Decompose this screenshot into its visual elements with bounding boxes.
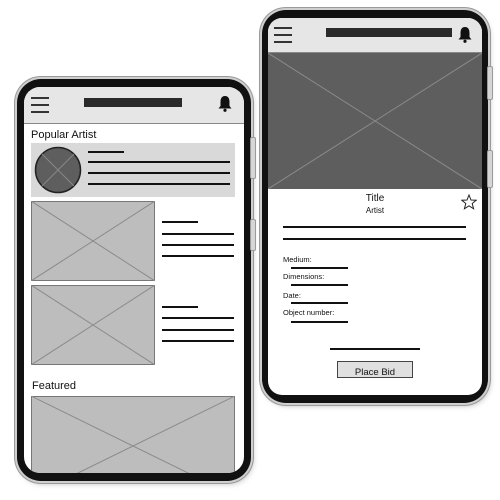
header-title-placeholder bbox=[84, 98, 182, 107]
artwork-thumbnail-placeholder[interactable] bbox=[31, 201, 155, 281]
field-value-line bbox=[291, 302, 348, 304]
description-line bbox=[283, 238, 466, 240]
bid-amount-line[interactable] bbox=[330, 348, 420, 350]
left-phone-screen: Popular Artist Featured bbox=[24, 87, 244, 473]
side-button bbox=[250, 137, 256, 179]
field-value-line bbox=[291, 267, 348, 269]
text-line bbox=[88, 172, 230, 174]
left-phone-frame: Popular Artist Featured bbox=[17, 79, 256, 481]
field-label-date: Date: bbox=[283, 291, 301, 300]
right-phone-frame: Title Artist Medium: Dimensions: Date: O… bbox=[262, 10, 493, 403]
place-bid-button[interactable]: Place Bid bbox=[337, 361, 413, 378]
text-line bbox=[162, 244, 234, 246]
text-line bbox=[162, 340, 234, 342]
place-bid-label: Place Bid bbox=[354, 367, 396, 378]
text-line bbox=[162, 255, 234, 257]
text-line bbox=[162, 329, 234, 331]
text-line bbox=[88, 151, 124, 153]
featured-image-placeholder[interactable] bbox=[31, 396, 235, 473]
popular-artist-card[interactable] bbox=[31, 143, 235, 197]
field-label-medium: Medium: bbox=[283, 255, 312, 264]
section-title-popular-artist: Popular Artist bbox=[31, 129, 97, 141]
app-header bbox=[24, 87, 244, 124]
artwork-artist: Artist bbox=[365, 206, 385, 215]
description-line bbox=[283, 226, 466, 228]
text-line bbox=[162, 221, 198, 223]
side-button bbox=[487, 150, 493, 188]
field-value-line bbox=[291, 284, 348, 286]
artwork-hero-image-placeholder[interactable] bbox=[268, 53, 482, 189]
text-line bbox=[88, 183, 230, 185]
right-phone-screen: Title Artist Medium: Dimensions: Date: O… bbox=[268, 18, 482, 395]
field-value-line bbox=[291, 321, 348, 323]
field-label-dimensions: Dimensions: bbox=[283, 272, 325, 281]
hamburger-menu-icon[interactable] bbox=[274, 27, 292, 43]
artwork-title: Title bbox=[365, 193, 385, 204]
field-label-object-number: Object number: bbox=[283, 308, 335, 317]
text-line bbox=[162, 306, 198, 308]
hamburger-menu-icon[interactable] bbox=[31, 97, 49, 113]
side-button bbox=[250, 219, 256, 251]
bell-icon[interactable] bbox=[218, 95, 232, 112]
star-outline-icon[interactable] bbox=[461, 194, 477, 210]
side-button bbox=[487, 66, 493, 100]
bell-icon[interactable] bbox=[458, 26, 472, 43]
text-line bbox=[88, 161, 230, 163]
header-title-placeholder bbox=[326, 28, 452, 37]
text-line bbox=[162, 317, 234, 319]
artist-avatar-placeholder bbox=[34, 146, 82, 194]
text-line bbox=[162, 233, 234, 235]
app-header bbox=[268, 18, 482, 53]
section-title-featured: Featured bbox=[32, 380, 77, 392]
artwork-thumbnail-placeholder[interactable] bbox=[31, 285, 155, 365]
